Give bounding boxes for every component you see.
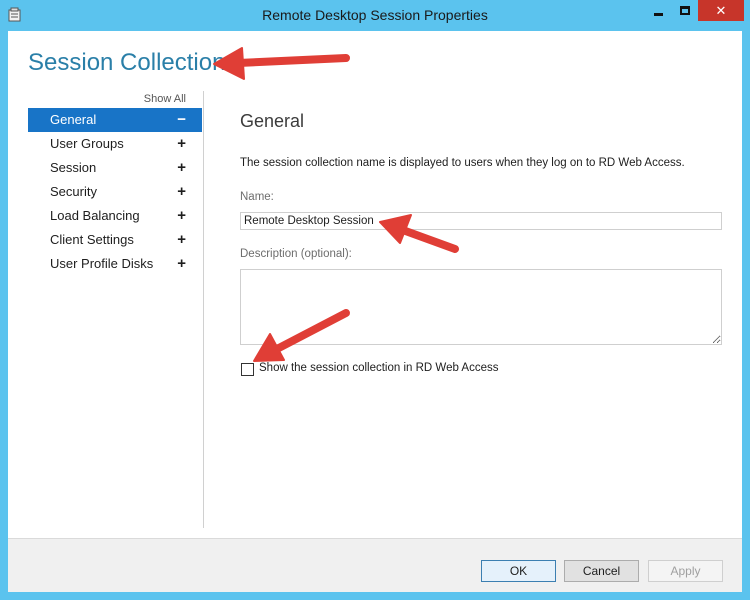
expand-icon: + [177,255,186,272]
sidebar-item-label: User Groups [50,136,124,151]
description-label: Description (optional): [240,248,352,260]
sidebar-item-user-groups[interactable]: User Groups + [28,132,202,156]
name-field[interactable] [240,212,722,230]
sidebar-item-label: Security [50,184,97,199]
sidebar-item-general[interactable]: General − [28,108,202,132]
show-in-web-access-checkbox[interactable] [241,363,254,376]
sidebar-item-load-balancing[interactable]: Load Balancing + [28,204,202,228]
description-field[interactable] [240,269,722,345]
expand-icon: + [177,183,186,200]
expand-icon: + [177,159,186,176]
title-bar[interactable]: Remote Desktop Session Properties ✕ [0,0,750,32]
properties-window: Remote Desktop Session Properties ✕ Sess… [0,0,750,600]
dialog-footer: OK Cancel Apply [8,538,742,592]
maximize-button[interactable] [671,0,698,21]
sidebar-item-label: Session [50,160,97,175]
show-in-web-access-label[interactable]: Show the session collection in RD Web Ac… [259,362,498,374]
minimize-icon [653,13,663,17]
name-label: Name: [240,191,274,203]
window-title: Remote Desktop Session Properties [262,7,488,23]
collapse-icon: − [177,111,186,128]
section-title: General [240,111,305,131]
sidebar-item-session[interactable]: Session + [28,156,202,180]
sidebar-item-user-profile-disks[interactable]: User Profile Disks + [28,252,202,276]
sidebar-item-label: General [50,112,97,127]
expand-icon: + [177,207,186,224]
sidebar-item-client-settings[interactable]: Client Settings + [28,228,202,252]
cancel-button[interactable]: Cancel [564,560,639,582]
sidebar-item-label: User Profile Disks [50,256,154,271]
sidebar-divider [203,91,204,528]
sidebar-nav: General − User Groups + Session + Securi… [28,108,202,276]
dialog-client-area: Session Collection Show All General − Us… [8,31,742,592]
sidebar: Show All General − User Groups + Session… [28,91,202,528]
sidebar-item-label: Load Balancing [50,208,140,223]
close-icon: ✕ [715,3,727,18]
page-title: Session Collection [28,49,226,76]
maximize-icon [679,6,690,16]
section-description: The session collection name is displayed… [240,157,685,169]
expand-icon: + [177,231,186,248]
expand-icon: + [177,135,186,152]
close-button[interactable]: ✕ [698,0,744,21]
sidebar-item-label: Client Settings [50,232,134,247]
sidebar-item-security[interactable]: Security + [28,180,202,204]
ok-button[interactable]: OK [481,560,556,582]
minimize-button[interactable] [645,0,671,21]
show-all-link[interactable]: Show All [144,93,186,105]
apply-button[interactable]: Apply [648,560,723,582]
